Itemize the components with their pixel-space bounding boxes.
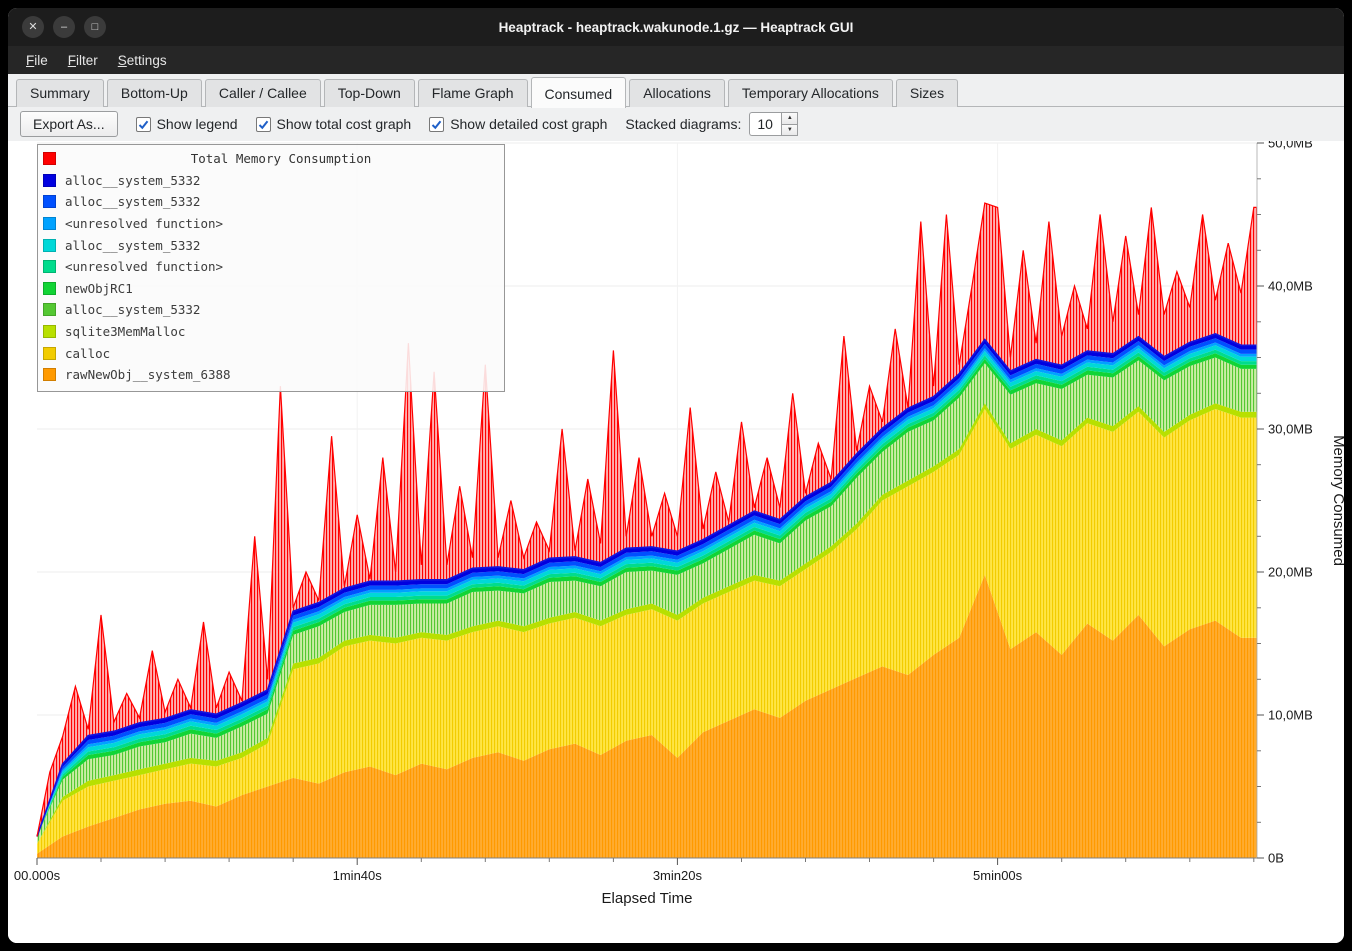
stacked-diagrams-steppers: ▲ ▼ bbox=[781, 112, 798, 136]
legend-item: alloc__system_5332 bbox=[43, 234, 497, 256]
menu-file[interactable]: File bbox=[16, 49, 58, 72]
tab-bar: SummaryBottom-UpCaller / CalleeTop-DownF… bbox=[8, 74, 1344, 107]
checkbox-box bbox=[136, 117, 151, 132]
stacked-bands bbox=[37, 334, 1257, 858]
tab-consumed[interactable]: Consumed bbox=[531, 77, 627, 108]
legend-item: rawNewObj__system_6388 bbox=[43, 364, 497, 386]
stacked-diagrams-increment[interactable]: ▲ bbox=[781, 112, 798, 125]
menu-settings[interactable]: Settings bbox=[108, 49, 177, 72]
y-tick-label: 20,0MB bbox=[1268, 565, 1313, 580]
checkbox-show-detailed-cost-graph[interactable]: Show detailed cost graph bbox=[429, 116, 607, 132]
window-title: Heaptrack - heaptrack.wakunode.1.gz — He… bbox=[499, 20, 854, 35]
legend-swatch bbox=[43, 303, 56, 316]
y-axis-title: Memory Consumed bbox=[1330, 435, 1344, 566]
chart-legend: Total Memory Consumption alloc__system_53… bbox=[37, 144, 505, 392]
stacked-diagrams-spinbox[interactable]: 10 ▲ ▼ bbox=[749, 112, 798, 136]
x-tick-label: 1min40s bbox=[333, 868, 383, 883]
tab-sizes[interactable]: Sizes bbox=[896, 79, 958, 107]
legend-item-label: rawNewObj__system_6388 bbox=[65, 367, 231, 382]
x-axis-title: Elapsed Time bbox=[602, 890, 693, 907]
y-tick-label: 10,0MB bbox=[1268, 708, 1313, 723]
stacked-diagrams-label: Stacked diagrams: bbox=[625, 116, 741, 132]
check-icon bbox=[431, 119, 442, 130]
legend-swatch bbox=[43, 195, 56, 208]
tab-temporary-allocations[interactable]: Temporary Allocations bbox=[728, 79, 893, 107]
tab-top-down[interactable]: Top-Down bbox=[324, 79, 415, 107]
legend-title-row: Total Memory Consumption bbox=[43, 148, 497, 170]
legend-item-label: alloc__system_5332 bbox=[65, 173, 200, 188]
legend-swatch bbox=[43, 174, 56, 187]
legend-item: alloc__system_5332 bbox=[43, 191, 497, 213]
minimize-button[interactable]: – bbox=[53, 16, 75, 38]
legend-swatch bbox=[43, 282, 56, 295]
legend-item: <unresolved function> bbox=[43, 256, 497, 278]
legend-item: alloc__system_5332 bbox=[43, 170, 497, 192]
legend-item-label: <unresolved function> bbox=[65, 259, 223, 274]
checkbox-label: Show legend bbox=[157, 116, 238, 132]
y-tick-label: 0B bbox=[1268, 851, 1284, 866]
y-tick-label: 50,0MB bbox=[1268, 141, 1313, 151]
tab-flame-graph[interactable]: Flame Graph bbox=[418, 79, 528, 107]
legend-item-label: alloc__system_5332 bbox=[65, 194, 200, 209]
legend-item: sqlite3MemMalloc bbox=[43, 321, 497, 343]
maximize-button[interactable]: □ bbox=[84, 16, 106, 38]
legend-item-label: newObjRC1 bbox=[65, 281, 133, 296]
legend-swatch bbox=[43, 152, 56, 165]
legend-item-label: alloc__system_5332 bbox=[65, 302, 200, 317]
legend-swatch bbox=[43, 260, 56, 273]
x-tick-label: 5min00s bbox=[973, 868, 1023, 883]
legend-title: Total Memory Consumption bbox=[65, 151, 497, 166]
legend-item: alloc__system_5332 bbox=[43, 299, 497, 321]
y-tick-label: 40,0MB bbox=[1268, 279, 1313, 294]
legend-item: newObjRC1 bbox=[43, 278, 497, 300]
export-as-button[interactable]: Export As... bbox=[20, 111, 118, 137]
tab-summary[interactable]: Summary bbox=[16, 79, 104, 107]
x-tick-label: 00.000s bbox=[14, 868, 61, 883]
tab-caller-callee[interactable]: Caller / Callee bbox=[205, 79, 321, 107]
checkbox-show-total-cost-graph[interactable]: Show total cost graph bbox=[256, 116, 412, 132]
stacked-diagrams-group: Stacked diagrams: 10 ▲ ▼ bbox=[625, 112, 798, 136]
x-tick-label: 3min20s bbox=[653, 868, 703, 883]
toolbar-checkboxes: Show legend Show total cost graph Show det… bbox=[136, 116, 608, 132]
tab-bottom-up[interactable]: Bottom-Up bbox=[107, 79, 202, 107]
legend-swatch bbox=[43, 325, 56, 338]
check-icon bbox=[258, 119, 269, 130]
checkbox-label: Show detailed cost graph bbox=[450, 116, 607, 132]
legend-item-label: <unresolved function> bbox=[65, 216, 223, 231]
checkbox-box bbox=[429, 117, 444, 132]
app-window: ✕ – □ Heaptrack - heaptrack.wakunode.1.g… bbox=[8, 8, 1344, 943]
tab-allocations[interactable]: Allocations bbox=[629, 79, 725, 107]
legend-item-label: sqlite3MemMalloc bbox=[65, 324, 185, 339]
legend-item: <unresolved function> bbox=[43, 213, 497, 235]
checkbox-box bbox=[256, 117, 271, 132]
toolbar: Export As... Show legend Show total cost … bbox=[8, 107, 1344, 141]
legend-item-label: calloc bbox=[65, 346, 110, 361]
menu-bar: FileFilterSettings bbox=[8, 46, 1344, 74]
legend-swatch bbox=[43, 368, 56, 381]
checkbox-show-legend[interactable]: Show legend bbox=[136, 116, 238, 132]
y-tick-label: 30,0MB bbox=[1268, 422, 1313, 437]
legend-item-label: alloc__system_5332 bbox=[65, 238, 200, 253]
menu-filter[interactable]: Filter bbox=[58, 49, 108, 72]
checkbox-label: Show total cost graph bbox=[277, 116, 412, 132]
legend-item: calloc bbox=[43, 342, 497, 364]
check-icon bbox=[138, 119, 149, 130]
close-button[interactable]: ✕ bbox=[22, 16, 44, 38]
legend-swatch bbox=[43, 239, 56, 252]
stacked-diagrams-decrement[interactable]: ▼ bbox=[781, 125, 798, 137]
legend-swatch bbox=[43, 217, 56, 230]
title-bar[interactable]: ✕ – □ Heaptrack - heaptrack.wakunode.1.g… bbox=[8, 8, 1344, 46]
legend-swatch bbox=[43, 347, 56, 360]
chart-region: 00.000s 1min40s 3min20s 5min00s 0B 10,0MB 20,0… bbox=[8, 141, 1344, 943]
stacked-diagrams-value[interactable]: 10 bbox=[749, 112, 781, 136]
window-controls: ✕ – □ bbox=[22, 16, 106, 38]
